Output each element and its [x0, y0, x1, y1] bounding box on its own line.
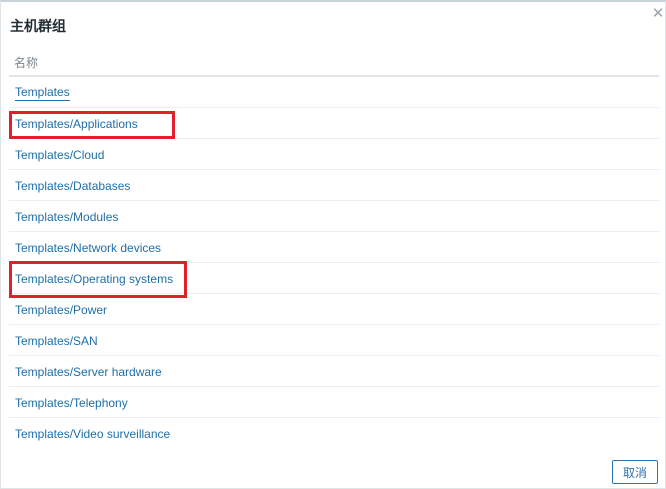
host-group-dialog: 主机群组 ✕ 名称 Templates Templates/Application…: [0, 0, 666, 489]
host-group-link[interactable]: Templates/Server hardware: [15, 365, 162, 379]
host-group-link[interactable]: Templates/SAN: [15, 334, 98, 348]
table-row: Templates/Modules: [9, 201, 659, 232]
host-group-table: 名称 Templates Templates/Applications Templa…: [9, 48, 659, 449]
host-group-link[interactable]: Templates/Cloud: [15, 148, 104, 162]
table-row: Templates/Operating systems: [9, 263, 659, 294]
table-row: Templates/Video surveillance: [9, 418, 659, 449]
table-row: Templates/Network devices: [9, 232, 659, 263]
table-row: Templates/SAN: [9, 325, 659, 356]
host-group-link[interactable]: Templates/Video surveillance: [15, 427, 170, 441]
table-row: Templates: [9, 77, 659, 108]
table-row: Templates/Applications: [9, 108, 659, 139]
table-row: Templates/Databases: [9, 170, 659, 201]
table-row: Templates/Cloud: [9, 139, 659, 170]
table-row: Templates/Telephony: [9, 387, 659, 418]
table-row: Templates/Server hardware: [9, 356, 659, 387]
host-group-link[interactable]: Templates/Network devices: [15, 241, 161, 255]
host-group-link[interactable]: Templates: [15, 85, 70, 101]
host-group-link[interactable]: Templates/Databases: [15, 179, 130, 193]
cancel-button[interactable]: 取消: [612, 460, 658, 484]
dialog-title: 主机群组: [10, 18, 66, 34]
table-body: Templates Templates/Applications Templates…: [9, 77, 659, 449]
table-header: 名称: [9, 48, 659, 77]
host-group-link[interactable]: Templates/Power: [15, 303, 107, 317]
column-header-name[interactable]: 名称: [9, 48, 659, 71]
host-group-link[interactable]: Templates/Operating systems: [15, 272, 173, 286]
host-group-link[interactable]: Templates/Applications: [15, 117, 138, 131]
table-row: Templates/Power: [9, 294, 659, 325]
host-group-link[interactable]: Templates/Telephony: [15, 396, 128, 410]
close-icon[interactable]: ✕: [651, 6, 665, 21]
host-group-link[interactable]: Templates/Modules: [15, 210, 118, 224]
